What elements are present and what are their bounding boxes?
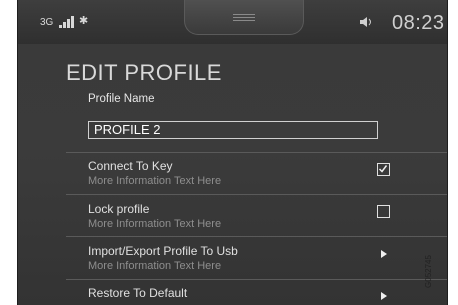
setting-title: Restore To Default [88,286,188,300]
page-title: EDIT PROFILE [66,60,222,85]
setting-title: Import/Export Profile To Usb [88,244,238,258]
setting-title: Connect To Key [88,159,173,173]
divider [66,194,447,195]
drag-handle-icon[interactable] [233,14,255,21]
speaker-icon [360,17,371,27]
image-code: G052745 [423,252,439,294]
profile-name-field[interactable]: PROFILE 2 [88,121,378,139]
infotainment-screen: 3G ✱ 08:23 EDIT PROFILE Profile Name PRO… [17,0,448,305]
chevron-right-icon[interactable] [381,250,387,258]
figure-frame: 3G ✱ 08:23 EDIT PROFILE Profile Name PRO… [0,0,458,305]
lock-profile-checkbox[interactable] [377,205,390,218]
divider [66,152,447,153]
signal-strength-icon [59,16,77,28]
divider [66,279,447,280]
profile-name-label: Profile Name [88,93,155,105]
image-code-label: G052745 [423,255,433,288]
network-label: 3G [40,17,54,28]
setting-info: More Information Text Here [88,175,222,187]
chevron-right-icon[interactable] [381,292,387,300]
setting-info: More Information Text Here [88,260,222,272]
checkmark-icon [378,165,388,173]
status-bar: 3G ✱ 08:23 [18,0,447,44]
connect-to-key-checkbox[interactable] [377,163,390,176]
bluetooth-icon: ✱ [79,15,89,27]
setting-title: Lock profile [88,202,150,216]
setting-info: More Information Text Here [88,218,222,230]
pull-down-tab[interactable] [184,0,304,35]
clock: 08:23 [392,12,445,34]
divider [66,236,447,237]
